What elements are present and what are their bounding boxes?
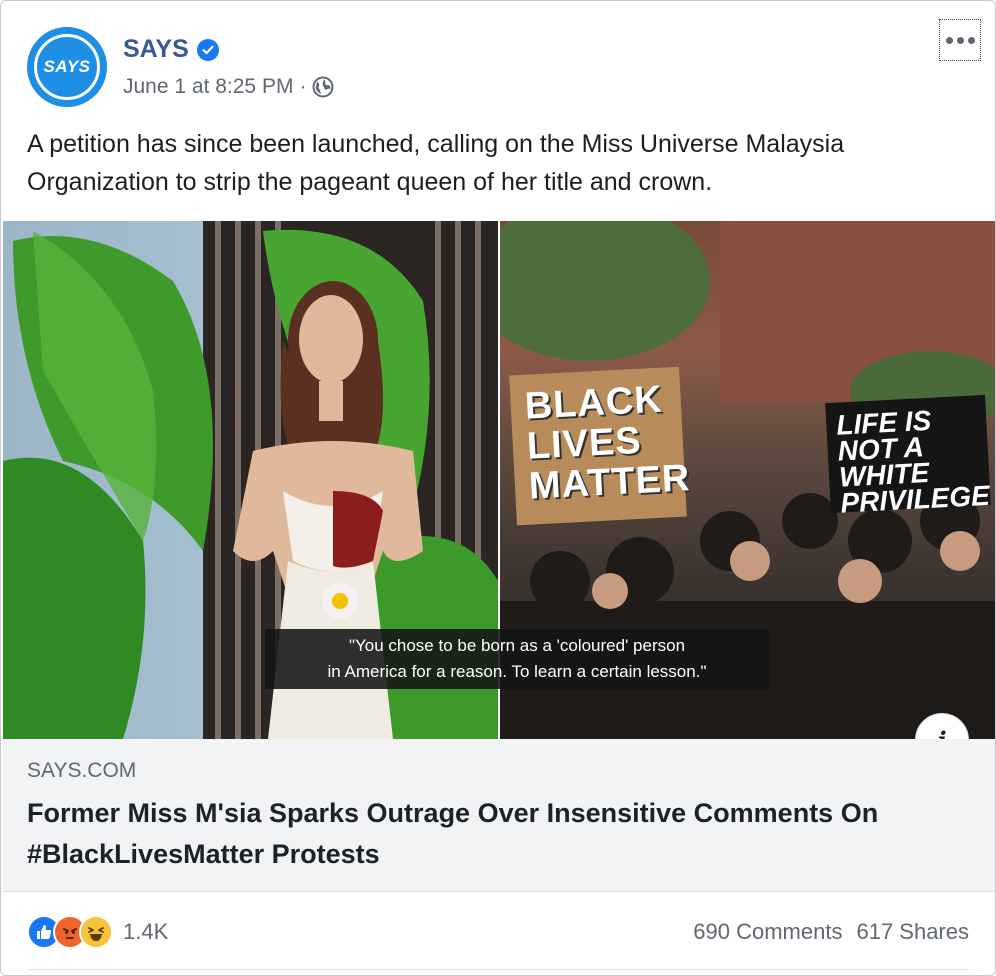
link-domain: SAYS.COM [27,759,137,782]
post-timestamp[interactable]: June 1 at 8:25 PM [123,75,293,99]
link-preview-image[interactable]: BLACK LIVES MATTER LIFE IS NOT A WHITE P… [3,221,995,739]
comments-count-link[interactable]: 690 Comments [693,919,842,945]
globe-icon[interactable] [312,76,334,98]
verified-badge-icon [196,38,219,61]
page-avatar[interactable]: SAYS [27,27,107,107]
post-meta: June 1 at 8:25 PM · [123,75,334,99]
avatar-logo-text: SAYS [34,34,100,100]
page-name-row: SAYS [123,35,219,64]
page-name-link[interactable]: SAYS [123,35,189,64]
reactions-summary[interactable]: 1.4K [27,915,168,949]
caption-line-2: in America for a reason. To learn a cert… [327,662,707,681]
link-preview[interactable]: SAYS.COM Former Miss M'sia Sparks Outrag… [3,739,995,892]
link-title[interactable]: Former Miss M'sia Sparks Outrage Over In… [27,793,927,875]
sign-black-lives-matter: BLACK LIVES MATTER [509,366,691,526]
meta-separator: · [299,75,307,98]
sign-life-is-not-a-white-privilege: LIFE IS NOT A WHITE PRIVILEGE [825,394,991,519]
more-dot [967,36,975,44]
post-card: SAYS SAYS June 1 at 8:25 PM · A petition… [0,0,996,976]
shares-count-link[interactable]: 617 Shares [856,919,969,945]
haha-reaction-icon [79,915,113,949]
footer-divider [27,969,969,970]
reaction-count: 1.4K [123,919,169,944]
caption-line-1: "You chose to be born as a 'coloured' pe… [348,636,686,655]
post-stats: 690 Comments 617 Shares [693,919,969,945]
more-dots-icon [945,36,953,44]
more-options-button[interactable] [939,19,981,61]
post-text: A petition has since been launched, call… [27,130,845,196]
image-caption: "You chose to be born as a 'coloured' pe… [265,629,769,689]
more-dot [956,36,964,44]
